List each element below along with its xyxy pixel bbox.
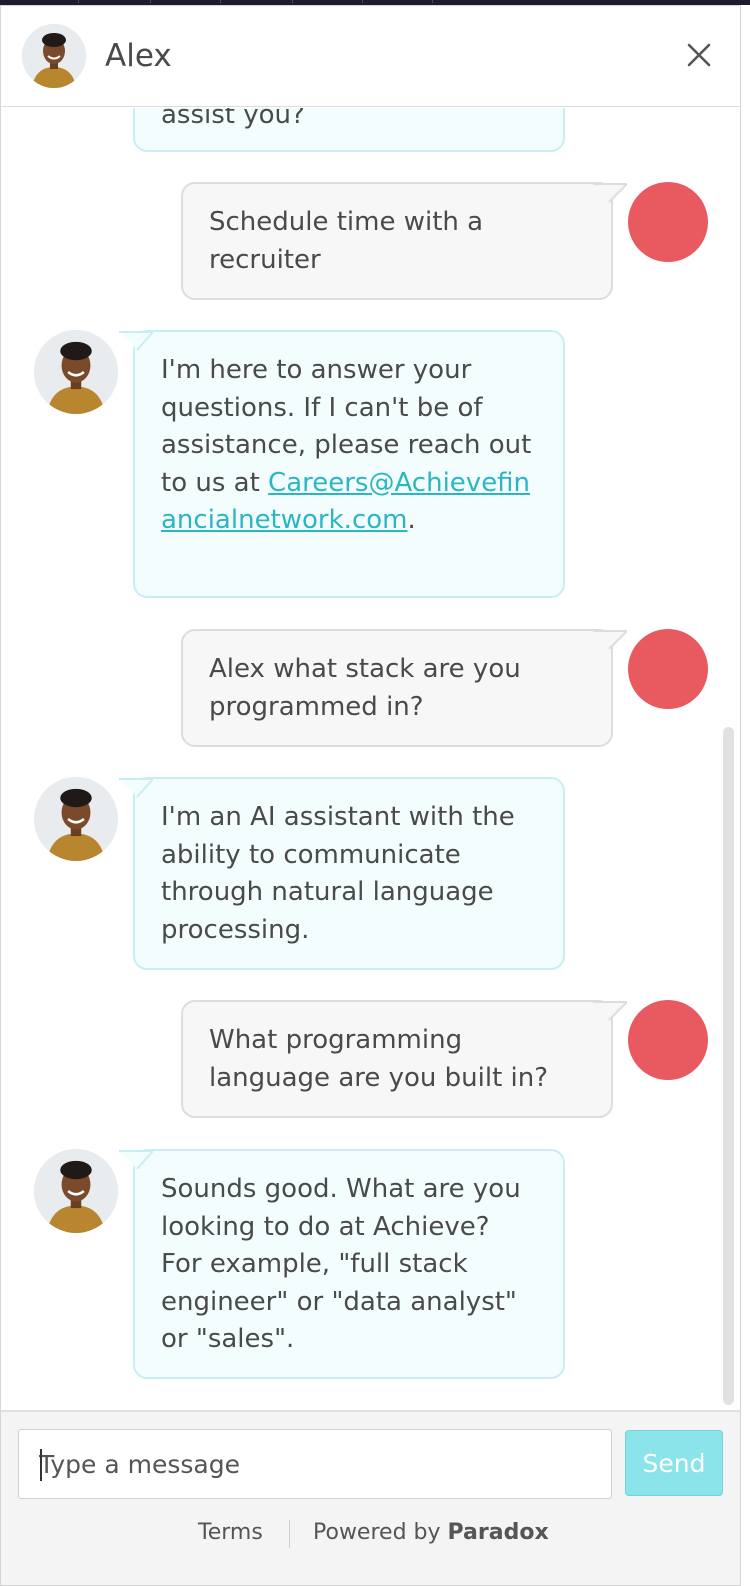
user-message-text: Schedule time with a recruiter bbox=[209, 207, 484, 275]
user-message: Schedule time with a recruiter bbox=[181, 182, 627, 300]
agent-avatar bbox=[34, 330, 118, 414]
send-button[interactable]: Send bbox=[625, 1430, 723, 1496]
bot-message: assist you? bbox=[133, 108, 565, 152]
bubble-tail-icon bbox=[593, 183, 627, 203]
bubble-tail-icon bbox=[119, 331, 153, 351]
user-message-text: Alex what stack are you programmed in? bbox=[209, 654, 521, 722]
brand-name[interactable]: Paradox bbox=[448, 1520, 549, 1545]
bot-message: I'm here to answer your questions. If I … bbox=[119, 330, 565, 598]
person-avatar-icon bbox=[34, 1149, 118, 1233]
powered-by-label: Powered by bbox=[313, 1520, 441, 1545]
user-message-text: What programming language are you built … bbox=[209, 1025, 549, 1093]
person-avatar-icon bbox=[34, 777, 118, 861]
user-avatar bbox=[628, 629, 708, 709]
user-message: Alex what stack are you programmed in? bbox=[181, 629, 627, 747]
user-avatar bbox=[628, 1000, 708, 1080]
bot-message: I'm an AI assistant with the ability to … bbox=[119, 777, 565, 970]
user-message: What programming language are you built … bbox=[181, 1000, 627, 1118]
agent-avatar bbox=[34, 777, 118, 861]
bot-message-text: I'm an AI assistant with the ability to … bbox=[161, 802, 515, 945]
terms-link[interactable]: Terms bbox=[198, 1520, 263, 1545]
scrollbar[interactable] bbox=[723, 727, 734, 1405]
agent-avatar bbox=[22, 24, 86, 88]
user-avatar bbox=[628, 182, 708, 262]
person-avatar-icon bbox=[22, 24, 86, 88]
bubble-tail-icon bbox=[119, 1150, 153, 1170]
message-text-segment: . bbox=[407, 505, 416, 536]
message-list[interactable]: assist you? Schedule time with a recruit… bbox=[1, 108, 722, 1410]
composer-footer: Send Terms Powered by Paradox bbox=[1, 1410, 740, 1585]
agent-avatar bbox=[34, 1149, 118, 1233]
person-avatar-icon bbox=[34, 330, 118, 414]
bubble-tail-icon bbox=[593, 630, 627, 650]
bubble-tail-icon bbox=[593, 1001, 627, 1021]
message-input[interactable] bbox=[18, 1429, 612, 1499]
text-caret bbox=[40, 1449, 42, 1481]
close-icon bbox=[687, 43, 711, 67]
agent-name: Alex bbox=[105, 38, 172, 74]
bot-message-text: assist you? bbox=[161, 108, 305, 130]
chat-header: Alex bbox=[1, 6, 740, 107]
bot-message-text: Sounds good. What are you looking to do … bbox=[161, 1174, 521, 1355]
powered-by-text: Powered by Paradox bbox=[313, 1520, 549, 1545]
close-button[interactable] bbox=[683, 39, 715, 71]
divider bbox=[289, 1520, 290, 1548]
bot-message-text: I'm here to answer your questions. If I … bbox=[161, 352, 537, 540]
bubble-tail-icon bbox=[119, 778, 153, 798]
bot-message: Sounds good. What are you looking to do … bbox=[119, 1149, 565, 1379]
